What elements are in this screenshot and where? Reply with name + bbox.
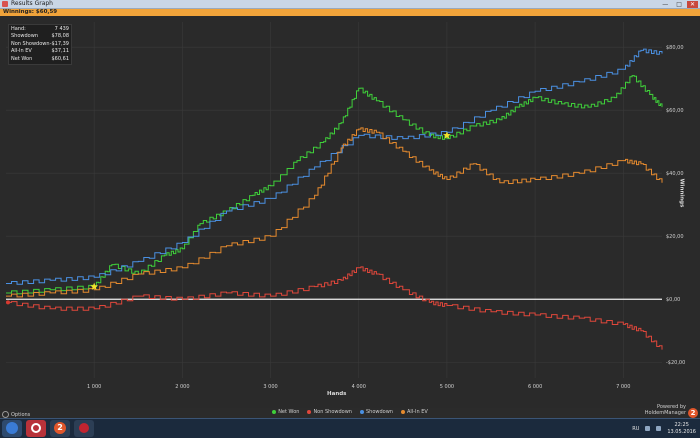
legend-dot (359, 409, 364, 414)
taskbar: 2 RU 22:25 13.05.2016 (0, 418, 700, 438)
stats-row: Non Showdown -$17,39 (11, 40, 69, 47)
legend-item-non-showdown[interactable]: Non Showdown (307, 409, 352, 415)
x-tick-label: 7 000 (616, 384, 630, 390)
legend-dot (272, 409, 277, 414)
chart-area: 1 000 2 000 3 000 4 000 5 000 6 000 7 000 -$20,… (0, 16, 700, 408)
brand-text: Powered by HoldemManager (644, 404, 686, 416)
y-tick-label: $80,00 (666, 45, 684, 51)
language-indicator[interactable]: RU (632, 426, 639, 432)
y-tick-label: $20,00 (666, 234, 684, 240)
maximize-button[interactable]: □ (673, 1, 685, 8)
pokerstars-icon (79, 423, 89, 433)
legend-item-all-in-ev[interactable]: All-In EV (400, 409, 428, 415)
x-tick-label: 4 000 (352, 384, 366, 390)
title-bar: Results Graph — □ ✕ (0, 0, 700, 9)
taskbar-pokerstars[interactable] (74, 420, 94, 437)
x-tick-label: 2 000 (175, 384, 189, 390)
options-button[interactable]: Options (2, 411, 30, 418)
y-tick-label: $0,00 (666, 297, 680, 303)
stats-row: All-In EV $37,11 (11, 48, 69, 55)
series-line-non-showdown (6, 266, 663, 350)
minimize-button[interactable]: — (659, 1, 671, 8)
x-tick-label: 5 000 (440, 384, 454, 390)
network-icon[interactable] (645, 426, 651, 431)
stats-panel: Hand: 7 439 Showdown $78,08 Non Showdown -$… (8, 24, 72, 66)
windows-orb-icon (6, 422, 18, 434)
x-tick-label: 6 000 (528, 384, 542, 390)
x-axis-label: Hands (327, 391, 347, 397)
legend-dot (400, 409, 405, 414)
window-controls: — □ ✕ (659, 0, 698, 8)
stats-row: Showdown $78,08 (11, 33, 69, 40)
app-icon (2, 1, 8, 7)
opera-icon (31, 423, 41, 433)
start-button[interactable] (2, 420, 22, 437)
series-line-showdown (6, 48, 663, 285)
legend-dot (307, 409, 312, 414)
close-button[interactable]: ✕ (686, 0, 698, 8)
winnings-bar: Winnings: $60,59 (0, 9, 700, 16)
window-title: Results Graph (11, 0, 53, 7)
x-tick-label: 1 000 (87, 384, 101, 390)
volume-icon[interactable] (656, 426, 662, 431)
series-line-net-won (6, 75, 663, 295)
clock[interactable]: 22:25 13.05.2016 (667, 422, 696, 436)
legend-item-net-won[interactable]: Net Won (272, 409, 299, 415)
start-marker (6, 300, 10, 305)
system-tray: RU 22:25 13.05.2016 (632, 420, 696, 437)
results-chart: 1 000 2 000 3 000 4 000 5 000 6 000 7 000 -$20,… (6, 22, 685, 390)
taskbar-holdem-manager[interactable]: 2 (50, 420, 70, 437)
y-axis-label: Winnings (678, 178, 685, 208)
stats-row: Hand: 7 439 (11, 26, 69, 32)
taskbar-opera[interactable] (26, 420, 46, 437)
hm2-logo-icon: 2 (688, 408, 698, 418)
y-tick-label: $40,00 (666, 171, 684, 177)
hm2-icon: 2 (54, 422, 66, 434)
winnings-label: Winnings: $60,59 (3, 9, 58, 15)
gear-icon (2, 411, 9, 418)
stats-row: Net Won $60,61 (11, 55, 69, 62)
chart-legend: Net Won Non Showdown Showdown All-In EV (0, 408, 700, 415)
y-tick-label: -$20,00 (666, 360, 685, 366)
y-tick-label: $60,00 (666, 108, 684, 114)
legend-item-showdown[interactable]: Showdown (359, 409, 393, 415)
x-tick-label: 3 000 (263, 384, 277, 390)
